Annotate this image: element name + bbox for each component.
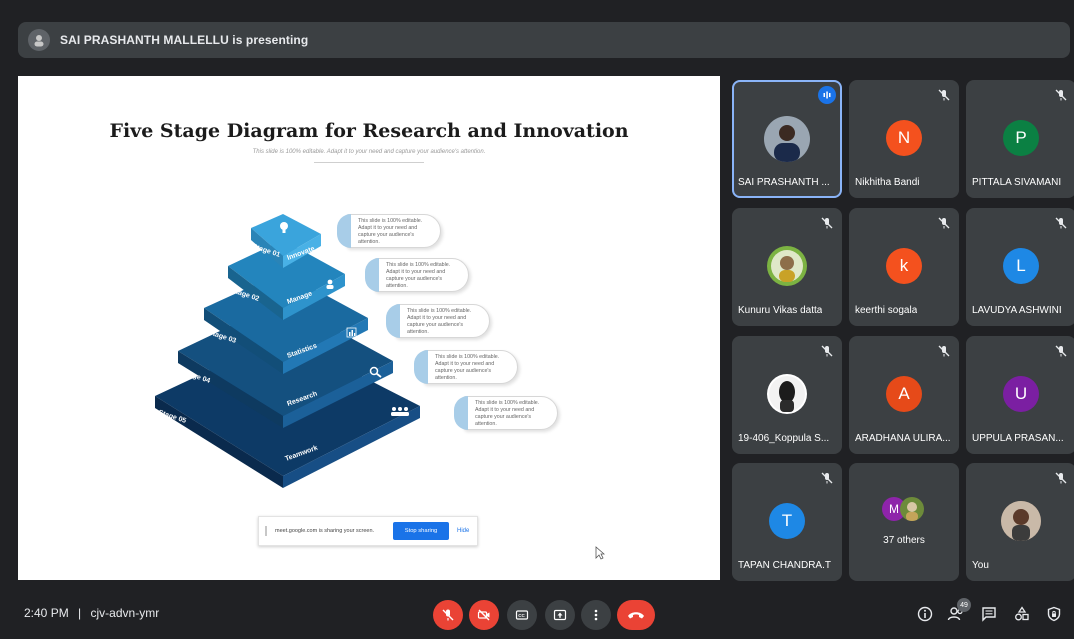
host-controls-icon	[1047, 606, 1061, 622]
participant-name: 19-406_Koppula S...	[738, 433, 830, 444]
participant-name: keerthi sogala	[855, 305, 918, 316]
presenter-avatar-icon	[34, 35, 44, 47]
chat-button[interactable]	[979, 604, 999, 624]
mic-muted-icon	[1055, 89, 1067, 101]
participant-avatar: U	[1003, 376, 1039, 412]
mic-muted-icon	[1055, 472, 1067, 484]
drag-handle-icon[interactable]	[265, 526, 267, 536]
participant-tile[interactable]: Kunuru Vikas datta	[732, 208, 842, 326]
callout-stage-03: This slide is 100% editable. Adapt it to…	[386, 304, 490, 338]
mic-muted-icon	[938, 345, 950, 357]
callout-stage-05: This slide is 100% editable. Adapt it to…	[454, 396, 558, 430]
participant-tile[interactable]: k keerthi sogala	[849, 208, 959, 326]
participant-avatar: N	[886, 120, 922, 156]
participant-name: Nikhitha Bandi	[855, 177, 920, 188]
callout-text: This slide is 100% editable. Adapt it to…	[386, 262, 451, 289]
participant-name: SAI PRASHANTH ...	[738, 177, 830, 188]
participant-name: You	[972, 560, 989, 571]
five-stage-pyramid: Stage 01 Innovate Stage 02 Manage Stage …	[155, 214, 420, 488]
callout-stage-04: This slide is 100% editable. Adapt it to…	[414, 350, 518, 384]
captions-icon: CC	[515, 610, 529, 620]
participant-name: LAVUDYA ASHWINI	[972, 305, 1062, 316]
svg-text:CC: CC	[518, 613, 525, 618]
separator: |	[78, 606, 82, 620]
present-icon	[553, 609, 567, 621]
callout-text: This slide is 100% editable. Adapt it to…	[435, 354, 500, 381]
mic-muted-icon	[1055, 345, 1067, 357]
mic-muted-icon	[821, 472, 833, 484]
participant-photo	[767, 374, 807, 414]
callout-stage-02: This slide is 100% editable. Adapt it to…	[365, 258, 469, 292]
present-now-button[interactable]	[545, 600, 575, 630]
presenting-text: SAI PRASHANTH MALLELLU is presenting	[60, 33, 309, 47]
participant-name: PITTALA SIVAMANI	[972, 177, 1062, 188]
callout-text: This slide is 100% editable. Adapt it to…	[358, 218, 423, 245]
participant-photo	[767, 246, 807, 286]
mic-muted-icon	[1055, 217, 1067, 229]
participant-avatar: L	[1003, 248, 1039, 284]
presenter-avatar	[28, 29, 50, 51]
callout-text: This slide is 100% editable. Adapt it to…	[475, 400, 540, 427]
stop-sharing-button[interactable]: Stop sharing	[393, 522, 449, 540]
activities-icon	[1015, 606, 1029, 621]
meeting-details-button[interactable]	[915, 604, 935, 624]
host-controls-button[interactable]	[1044, 604, 1064, 624]
participant-count-badge: 49	[957, 598, 971, 612]
participant-photo	[1001, 501, 1041, 541]
participant-tile[interactable]: A ARADHANA ULIRA...	[849, 336, 959, 454]
others-tile[interactable]: M 37 others	[849, 463, 959, 581]
camera-off-icon	[477, 609, 490, 621]
mouse-cursor-icon	[595, 546, 605, 560]
participant-tile[interactable]: SAI PRASHANTH ...	[732, 80, 842, 198]
others-avatar-stack: M	[882, 497, 926, 521]
presenting-bar: SAI PRASHANTH MALLELLU is presenting	[18, 22, 1070, 58]
mic-muted-icon	[821, 345, 833, 357]
participant-avatar: T	[769, 503, 805, 539]
participant-name: TAPAN CHANDRA.T	[738, 560, 831, 571]
self-tile[interactable]: You	[966, 463, 1074, 581]
meeting-info: 2:40 PM | cjv-advn-ymr	[24, 606, 159, 620]
participant-avatar: k	[886, 248, 922, 284]
camera-off-button[interactable]	[469, 600, 499, 630]
share-notice-text: meet.google.com is sharing your screen.	[275, 528, 375, 534]
participant-tile[interactable]: N Nikhitha Bandi	[849, 80, 959, 198]
speaking-indicator-icon	[818, 86, 836, 104]
meeting-code: cjv-advn-ymr	[90, 606, 160, 620]
shared-slide: Five Stage Diagram for Research and Inno…	[18, 76, 720, 580]
mic-muted-icon	[938, 89, 950, 101]
activities-button[interactable]	[1012, 604, 1032, 624]
meet-window: SAI PRASHANTH MALLELLU is presenting Fiv…	[0, 0, 1074, 639]
end-call-icon	[628, 612, 644, 619]
participant-tile[interactable]: T TAPAN CHANDRA.T	[732, 463, 842, 581]
info-icon	[917, 606, 933, 622]
callout-text: This slide is 100% editable. Adapt it to…	[407, 308, 472, 335]
participant-tile[interactable]: U UPPULA PRASAN...	[966, 336, 1074, 454]
leave-call-button[interactable]	[617, 600, 655, 630]
clock-time: 2:40 PM	[24, 606, 69, 620]
others-count: 37 others	[883, 535, 925, 546]
mic-muted-icon	[938, 217, 950, 229]
callout-stage-01: This slide is 100% editable. Adapt it to…	[337, 214, 441, 248]
participant-avatar: P	[1003, 120, 1039, 156]
mic-muted-icon	[821, 217, 833, 229]
chat-icon	[982, 607, 996, 622]
participant-avatar: A	[886, 376, 922, 412]
participant-tile[interactable]: L LAVUDYA ASHWINI	[966, 208, 1074, 326]
mic-off-button[interactable]	[433, 600, 463, 630]
participant-photo	[764, 116, 810, 162]
participant-name: ARADHANA ULIRA...	[855, 433, 951, 444]
hide-notice-link[interactable]: Hide	[457, 528, 469, 534]
mic-off-icon	[442, 609, 454, 621]
bottom-toolbar: 2:40 PM | cjv-advn-ymr CC 49	[0, 590, 1074, 639]
more-options-icon	[594, 609, 598, 621]
others-photo	[900, 497, 924, 521]
participant-name: Kunuru Vikas datta	[738, 305, 823, 316]
participant-tile[interactable]: P PITTALA SIVAMANI	[966, 80, 1074, 198]
participant-name: UPPULA PRASAN...	[972, 433, 1064, 444]
participant-tile[interactable]: 19-406_Koppula S...	[732, 336, 842, 454]
screen-share-notice: meet.google.com is sharing your screen. …	[258, 516, 478, 546]
captions-button[interactable]: CC	[507, 600, 537, 630]
more-options-button[interactable]	[581, 600, 611, 630]
